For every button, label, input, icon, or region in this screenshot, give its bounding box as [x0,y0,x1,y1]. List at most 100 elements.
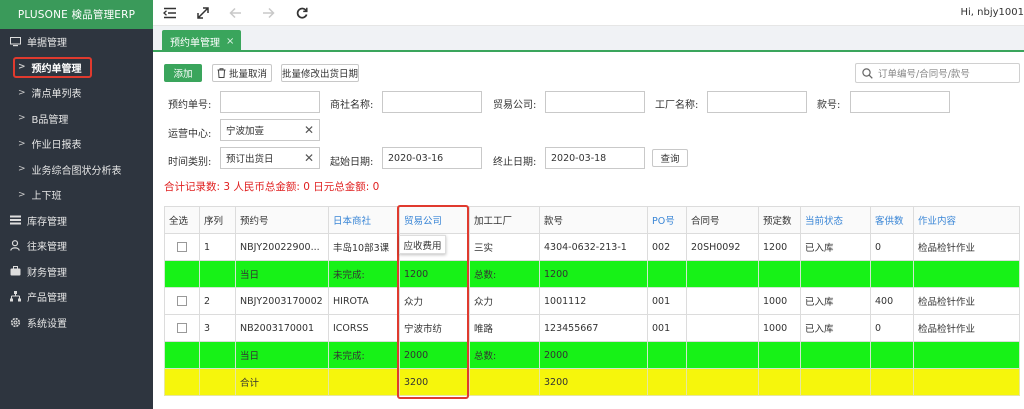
col-japan-company[interactable]: 日本商社 [328,206,400,234]
table-row[interactable]: 1 NBJY20022900... 丰岛10部3课 三实 4304-0632-2… [164,233,1020,261]
close-icon[interactable]: × [226,36,234,47]
search-input[interactable]: 订单编号/合同号/款号 [855,63,1020,83]
col-status[interactable]: 当前状态 [800,206,871,234]
sidebar-item-contacts[interactable]: 往来管理 [0,233,153,259]
cell: 1200 [539,260,648,288]
sidebar-item-analysis[interactable]: > 业务综合图状分析表 [0,157,153,183]
sidebar-item-documents[interactable]: 单据管理 [0,29,153,55]
factory-label: 工厂名称: [655,100,699,111]
cell: 检品检针作业 [913,233,1020,261]
end-date-field[interactable]: 2020-03-18 [545,147,645,169]
sidebar-item-finance[interactable]: 财务管理 [0,259,153,285]
cell: 检品检针作业 [913,287,1020,315]
table-row[interactable]: 2 NBJY2003170002 HIROTA 众力 众力 1001112 00… [164,287,1020,315]
sidebar-item-label: B品管理 [31,114,69,126]
cell: NBJY2003170002 [235,287,329,315]
sidebar-item-count-list[interactable]: > 清点单列表 [0,80,153,106]
start-date-field[interactable]: 2020-03-16 [382,147,482,169]
batch-cancel-label: 批量取消 [228,69,267,80]
tab-strip: 预约单管理 × [153,26,1024,52]
sidebar-item-attendance[interactable]: > 上下班 [0,182,153,208]
cell [469,368,540,396]
fullscreen-icon[interactable] [186,0,219,26]
table-row[interactable]: 3 NB2003170001 ICORSS 宁波市纺 唯路 123455667 … [164,314,1020,342]
cell [686,260,759,288]
trade-company-label: 贸易公司: [493,100,537,111]
cell: 3 [199,314,236,342]
ops-center-field[interactable]: 宁波加壹 ✕ [220,119,320,141]
trade-company-field[interactable] [545,91,645,113]
cell [913,260,1020,288]
cell: 已入库 [800,287,871,315]
cell: 未完成: [328,260,400,288]
cell: 2000 [539,341,648,369]
sidebar-item-inventory[interactable]: 库存管理 [0,208,153,234]
gear-icon [8,317,22,328]
col-trade-company[interactable]: 贸易公司 [399,206,470,234]
cell: 123455667 [539,314,648,342]
sidebar-item-b-goods[interactable]: > B品管理 [0,106,153,132]
cell [913,341,1020,369]
app-brand: PLUSONE 検品管理ERP [0,0,153,29]
query-button[interactable]: 查询 [652,149,688,167]
ops-center-value: 宁波加壹 [226,126,265,137]
cell [199,260,236,288]
col-reservation-no: 预约号 [235,206,329,234]
col-customer-supplied[interactable]: 客供数 [870,206,914,234]
row-checkbox[interactable] [164,314,200,342]
col-factory: 加工工厂 [469,206,540,234]
cell: HIROTA [328,287,400,315]
order-no-label: 预约单号: [168,100,212,111]
refresh-icon[interactable] [285,0,318,26]
cell: 检品检针作业 [913,314,1020,342]
back-arrow-icon[interactable] [219,0,252,26]
sitemap-icon [8,291,22,302]
cell: 0 [870,314,914,342]
cell: 1000 [758,287,801,315]
row-checkbox[interactable] [164,233,200,261]
cell: NB2003170001 [235,314,329,342]
cell: 3200 [539,368,648,396]
sidebar-item-settings[interactable]: 系统设置 [0,310,153,336]
cell: 1000 [758,314,801,342]
batch-modify-date-button[interactable]: 批量修改出货日期 [281,64,359,82]
forward-arrow-icon[interactable] [252,0,285,26]
col-seq: 序列 [199,206,236,234]
chevron-right-icon: > [18,189,26,200]
user-icon [8,240,22,251]
cell [870,341,914,369]
user-greeting[interactable]: Hi, nbjy1001 [961,7,1024,18]
sidebar-item-products[interactable]: 产品管理 [0,284,153,310]
sidebar-item-label: 产品管理 [27,293,67,305]
clear-icon[interactable]: ✕ [304,151,314,165]
cell [758,368,801,396]
time-type-select[interactable]: 预订出货日 ✕ [220,147,320,169]
sidebar-item-reservation[interactable]: > 预约单管理 [0,55,153,81]
col-work-content[interactable]: 作业内容 [913,206,1020,234]
sidebar: PLUSONE 検品管理ERP 单据管理 > 预约单管理 > 清点单列表 > B… [0,0,153,409]
company-field[interactable] [382,91,482,113]
add-button[interactable]: 添加 [164,64,202,82]
cell [164,341,200,369]
col-select-all[interactable]: 全选 [164,206,200,234]
sidebar-item-label: 往来管理 [27,242,67,254]
menu-collapse-icon[interactable] [153,0,186,26]
factory-field[interactable] [707,91,807,113]
order-no-field[interactable] [220,91,320,113]
batch-cancel-button[interactable]: 批量取消 [212,64,272,82]
sidebar-item-label: 库存管理 [27,216,67,228]
col-po-no[interactable]: PO号 [647,206,687,234]
cell [800,368,871,396]
cell: 已入库 [800,233,871,261]
tab-reservation[interactable]: 预约单管理 × [162,30,242,52]
row-checkbox[interactable] [164,287,200,315]
cell: 1200 [758,233,801,261]
style-no-field[interactable] [850,91,950,113]
trash-icon [217,68,226,78]
cell [686,368,759,396]
top-bar: Hi, nbjy1001 [153,0,1024,26]
sidebar-item-daily-report[interactable]: > 作业日报表 [0,131,153,157]
summary-text: 合计记录数: 3 人民币总金额: 0 日元总金额: 0 [164,181,380,193]
clear-icon[interactable]: ✕ [304,123,314,137]
time-type-label: 时间类别: [168,157,212,168]
